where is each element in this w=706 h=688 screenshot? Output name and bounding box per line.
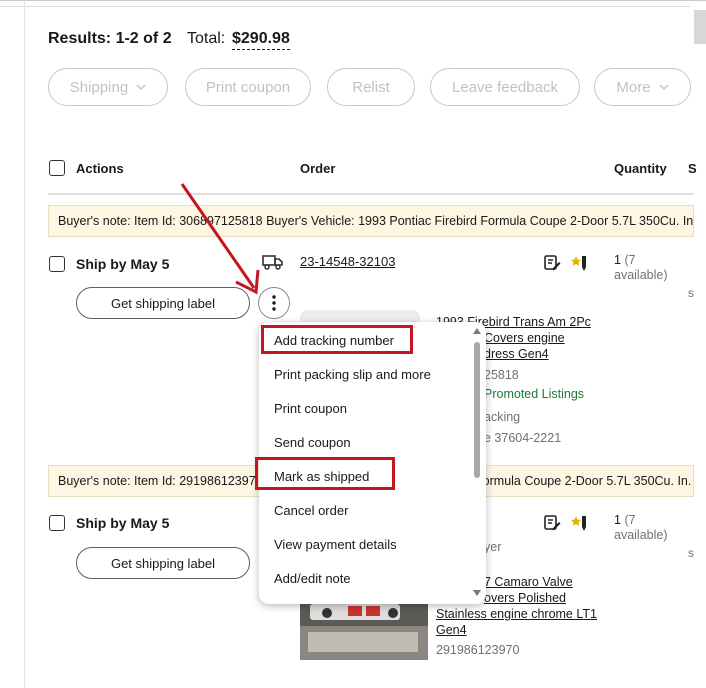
column-header-clipped: S [688,161,697,176]
leave-feedback-button[interactable]: Leave feedback [430,68,580,106]
ship-zip: e 37604-2221 [484,431,562,445]
results-count: Results: 1-2 of 2 [48,30,172,47]
menu-item-print-coupon[interactable]: Print coupon [274,401,347,416]
order-checkbox[interactable] [49,256,65,272]
item-title-line-2[interactable]: overs Polished [484,590,566,606]
top-divider [0,0,706,1]
more-filter-label: More [616,78,651,96]
item-id: 291986123970 [436,643,520,657]
feedback-star-icon [571,256,586,271]
promoted-listings-label: Promoted Listings [484,387,585,401]
buyer-label: yer [484,540,502,554]
quantity-available-label: available) [614,528,668,542]
item-title-line-3[interactable]: Stainless engine chrome LT1 [436,606,597,622]
total-label: Total: [187,30,226,47]
buyer-note-start: Buyer's note: Item Id: 29198612397 [58,474,256,488]
chevron-down-icon [659,84,669,90]
item-title-line-3[interactable]: dress Gen4 [484,346,549,362]
clipped-status: s [688,546,694,560]
item-title-line-2[interactable]: Covers engine [484,330,565,346]
menu-item-cancel-order[interactable]: Cancel order [274,503,348,518]
more-filter-button[interactable]: More [594,68,691,106]
buyer-note-end: ormula Coupe 2-Door 5.7L 350Cu. In. [482,474,692,488]
order-checkbox[interactable] [49,515,65,531]
order-number-link[interactable]: 23-14548-32103 [300,254,395,269]
scroll-down-arrow-icon[interactable] [473,590,481,596]
tracking-status: acking [484,410,521,424]
ship-by-date: Ship by May 5 [76,515,170,531]
get-shipping-label-button[interactable]: Get shipping label [76,547,250,579]
menu-item-send-coupon[interactable]: Send coupon [274,435,351,450]
quantity-info: 1 (7 available) [614,253,668,283]
menu-item-print-packing-slip[interactable]: Print packing slip and more [274,367,431,382]
item-id: 25818 [484,368,519,382]
print-coupon-label: Print coupon [205,78,291,96]
scroll-up-arrow-icon[interactable] [473,328,481,334]
relist-button[interactable]: Relist [327,68,415,106]
edit-note-icon[interactable] [543,254,561,272]
ship-by-date: Ship by May 5 [76,256,170,272]
highlight-box-mark-shipped [255,457,395,490]
top-divider-secondary [0,6,690,7]
column-header-actions: Actions [76,161,124,176]
item-thumbnail[interactable] [300,598,428,660]
item-title-line-4[interactable]: Gen4 [436,622,467,638]
item-title-line-1[interactable]: 7 Camaro Valve [484,574,573,590]
shipping-filter-label: Shipping [69,78,129,96]
buyer-note: Buyer's note: Item Id: 306897125818 Buye… [48,205,694,237]
page-scrollbar[interactable] [694,10,706,44]
quantity-info: 1 (7 available) [614,513,668,543]
column-header-quantity: Quantity [614,161,667,176]
edit-note-icon[interactable] [543,514,561,532]
relist-label: Relist [352,78,390,96]
highlight-box-add-tracking [261,325,413,354]
quantity-available: (7 [624,253,636,267]
header-divider [48,193,694,195]
select-all-checkbox[interactable] [49,160,65,176]
left-divider [24,0,25,688]
quantity-available: (7 [624,513,636,527]
chevron-down-icon [136,84,146,90]
quantity-value: 1 [614,253,621,267]
column-header-order: Order [300,161,336,176]
quantity-available-label: available) [614,268,668,282]
menu-item-add-edit-note[interactable]: Add/edit note [274,571,351,586]
menu-scrollbar-thumb[interactable] [474,342,480,478]
menu-item-view-payment[interactable]: View payment details [274,537,397,552]
annotation-arrow-icon [180,183,260,295]
leave-feedback-label: Leave feedback [452,78,558,96]
print-coupon-button[interactable]: Print coupon [185,68,311,106]
shipping-filter-button[interactable]: Shipping [48,68,168,106]
clipped-status: s [688,286,694,300]
quantity-value: 1 [614,513,621,527]
feedback-star-icon [571,516,586,531]
total-value[interactable]: $290.98 [232,30,290,50]
